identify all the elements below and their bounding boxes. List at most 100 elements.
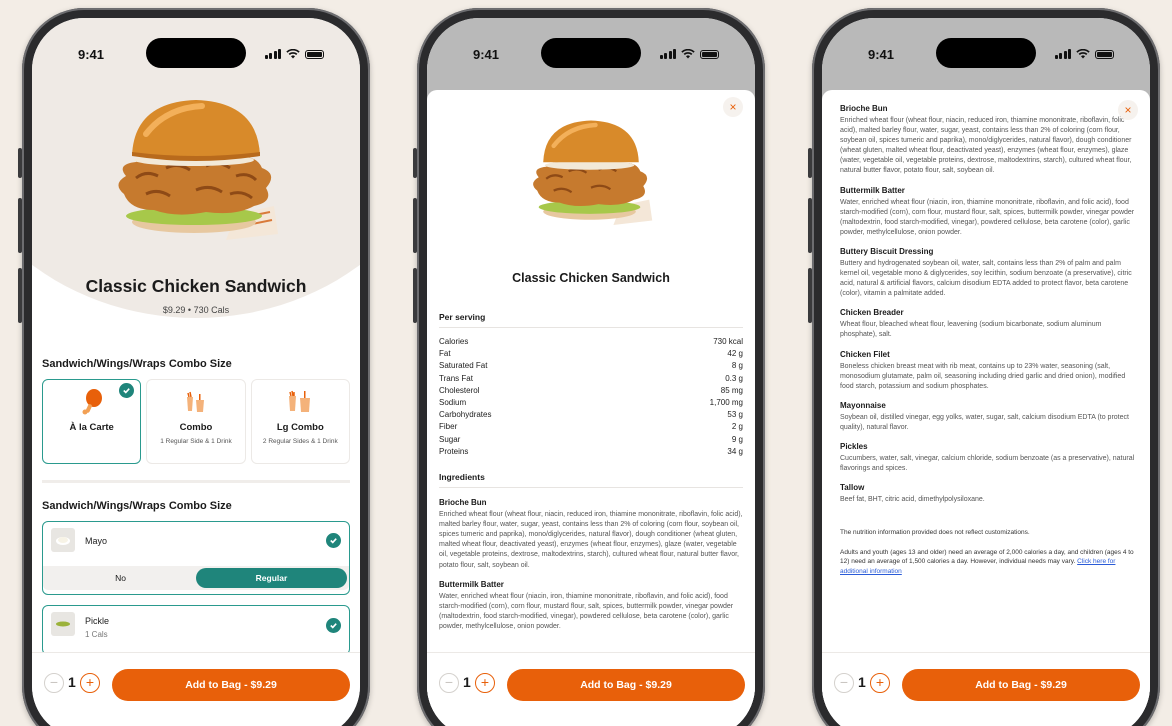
ingredient-name: Chicken Breader [840,308,904,318]
ingredient-text: Enriched wheat flour (wheat flour, niaci… [439,511,743,569]
selected-check-icon[interactable] [326,618,341,633]
ingredient-name: Mayonnaise [840,400,886,410]
nutrition-row: Carbohydrates 53 g [439,409,743,421]
close-icon[interactable]: × [723,97,743,117]
ingredient-name: Buttermilk Batter [439,579,504,589]
close-icon[interactable]: × [1118,100,1138,120]
nutrition-row: Fat 42 g [439,348,743,360]
quantity-increase-button[interactable]: + [475,673,495,693]
quantity-increase-button[interactable]: + [870,673,890,693]
phone-frame-product: 9:41 Classic Chicken Sandwich $9.29 • 73… [18,8,370,726]
nutrient-value: 9 g [731,434,743,444]
combo-size-options: À la Carte Combo 1 Regular Side & 1 Drin… [42,379,350,464]
add-to-bag-button[interactable]: Add to Bag - $9.29 [902,669,1140,701]
ingredient-name: Buttermilk Batter [840,185,905,195]
nutrient-value: 2 g [731,422,743,432]
topping-name: Mayo [85,536,108,546]
topping-calories: 1 Cals [85,630,108,639]
nutrient-label: Fat [439,349,451,359]
dynamic-island [146,38,246,68]
ingredient-name: Buttery Biscuit Dressing [840,246,934,256]
nutrition-screen: 9:41 × Classic Chicken Sandwich Per serv… [427,18,755,726]
combo-option-name: Lg Combo [276,422,324,433]
add-to-bag-button[interactable]: Add to Bag - $9.29 [112,669,350,701]
ingredient-text: Water, enriched wheat flour (niacin, iro… [840,198,1135,236]
quantity-value: 1 [68,674,76,690]
ingredient-text: Boneless chicken breast meat with rib me… [840,362,1126,390]
nutrient-label: Fiber [439,422,458,432]
ingredient-text: Soybean oil, distilled vinegar, egg yolk… [840,413,1129,431]
ingredient-text: Buttery and hydrogenated soybean oil, wa… [840,259,1132,298]
nutrition-row: Saturated Fat 8 g [439,360,743,372]
ingredient-text: Beef fat, BHT, citric acid, dimethylpoly… [840,496,985,504]
modal-product-title: Classic Chicken Sandwich [512,271,670,285]
ingredient-name: Chicken Filet [840,349,890,359]
wifi-icon [681,49,695,59]
nutrient-label: Calories [439,337,469,346]
nutrient-value: 1,700 mg [709,398,743,408]
status-time: 9:41 [473,47,500,62]
selected-check-icon[interactable] [326,533,341,548]
signal-icon [1054,49,1071,59]
combo-option-a-la-carte[interactable]: À la Carte [42,379,142,464]
add-to-bag-bar: − 1 + Add to Bag - $9.29 [822,652,1150,726]
status-bar: 9:41 [822,18,1150,78]
nutrient-value: 8 g [731,361,743,371]
ingredient-text: Enriched wheat flour (wheat flour, niaci… [840,117,1132,175]
nutrient-label: Sugar [439,434,461,444]
status-icons [1054,49,1114,59]
nutrient-label: Sodium [439,398,467,408]
phone-frame-nutrition: 9:41 × Classic Chicken Sandwich Per serv… [413,8,765,726]
quantity-decrease-button[interactable]: − [834,673,854,693]
mayo-thumbnail [51,528,75,552]
ingredients-screen: 9:41 × Brioche Bun Enriched wheat flour (… [822,18,1150,726]
quantity-decrease-button[interactable]: − [44,673,64,693]
combo-option-name: À la Carte [69,422,114,433]
signal-icon [659,49,676,59]
product-price-calories: $9.29 • 730 Cals [162,305,230,315]
quantity-decrease-button[interactable]: − [439,673,459,693]
ingredient-text: Cucumbers, water, salt, vinegar, calcium… [840,454,1135,473]
ingredient-text: Water, enriched wheat flour (niacin, iro… [439,592,734,630]
ingredient-name: Brioche Bun [439,498,487,508]
nutrition-table: Calories 730 kcal Fat 42 g Saturated Fat 8 g T… [439,336,743,458]
ingredients-scroll-area[interactable]: Brioche Bun Enriched wheat flour (wheat f… [840,104,1136,652]
topping-mayo[interactable]: Mayo No Regular [42,521,350,595]
nutrient-label: Trans Fat [439,373,473,383]
combo-option-lg-combo[interactable]: Lg Combo 2 Regular Sides & 1 Drink [250,379,350,464]
combo-option-desc: 2 Regular Sides & 1 Drink [262,438,338,445]
combo-meal-icon [147,386,244,418]
nutrient-value: 85 mg [720,385,743,395]
sandwich-image [533,120,653,226]
ingredient-text: Wheat flour, bleached wheat flour, leave… [840,321,1102,339]
mayo-amount-toggle: No Regular [43,566,349,590]
battery-icon [1095,50,1114,59]
topping-pickle[interactable]: Pickle 1 Cals [42,605,350,655]
nutrition-row: Proteins 34 g [439,446,743,458]
dynamic-island [541,38,641,68]
wifi-icon [1076,49,1090,59]
nutrition-row: Calories 730 kcal [439,336,743,348]
combo-size-heading: Sandwich/Wings/Wraps Combo Size [42,358,232,370]
calorie-advice: Adults and youth (ages 13 and older) nee… [840,548,1136,577]
mayo-regular-option[interactable]: Regular [196,568,347,588]
mayo-no-option[interactable]: No [45,568,196,588]
dynamic-island [936,38,1036,68]
nutrient-value: 53 g [727,410,743,420]
nutrient-value: 34 g [727,446,743,456]
nutrition-row: Trans Fat 0.3 g [439,373,743,385]
quantity-value: 1 [463,674,471,690]
battery-icon [305,50,324,59]
section-divider [42,480,350,483]
add-to-bag-button[interactable]: Add to Bag - $9.29 [507,669,745,701]
nutrition-panel: Per serving Calories 730 kcal Fat 42 g Satur… [439,312,743,641]
sandwich-image [118,100,278,240]
nutrient-label: Carbohydrates [439,410,492,420]
nutrient-label: Saturated Fat [439,361,488,371]
customization-note: The nutrition information provided does … [840,529,1030,537]
per-serving-heading: Per serving [439,312,743,328]
nutrition-row: Fiber 2 g [439,421,743,433]
nutrient-value: 42 g [727,349,743,359]
combo-option-combo[interactable]: Combo 1 Regular Side & 1 Drink [146,379,246,464]
quantity-increase-button[interactable]: + [80,673,100,693]
